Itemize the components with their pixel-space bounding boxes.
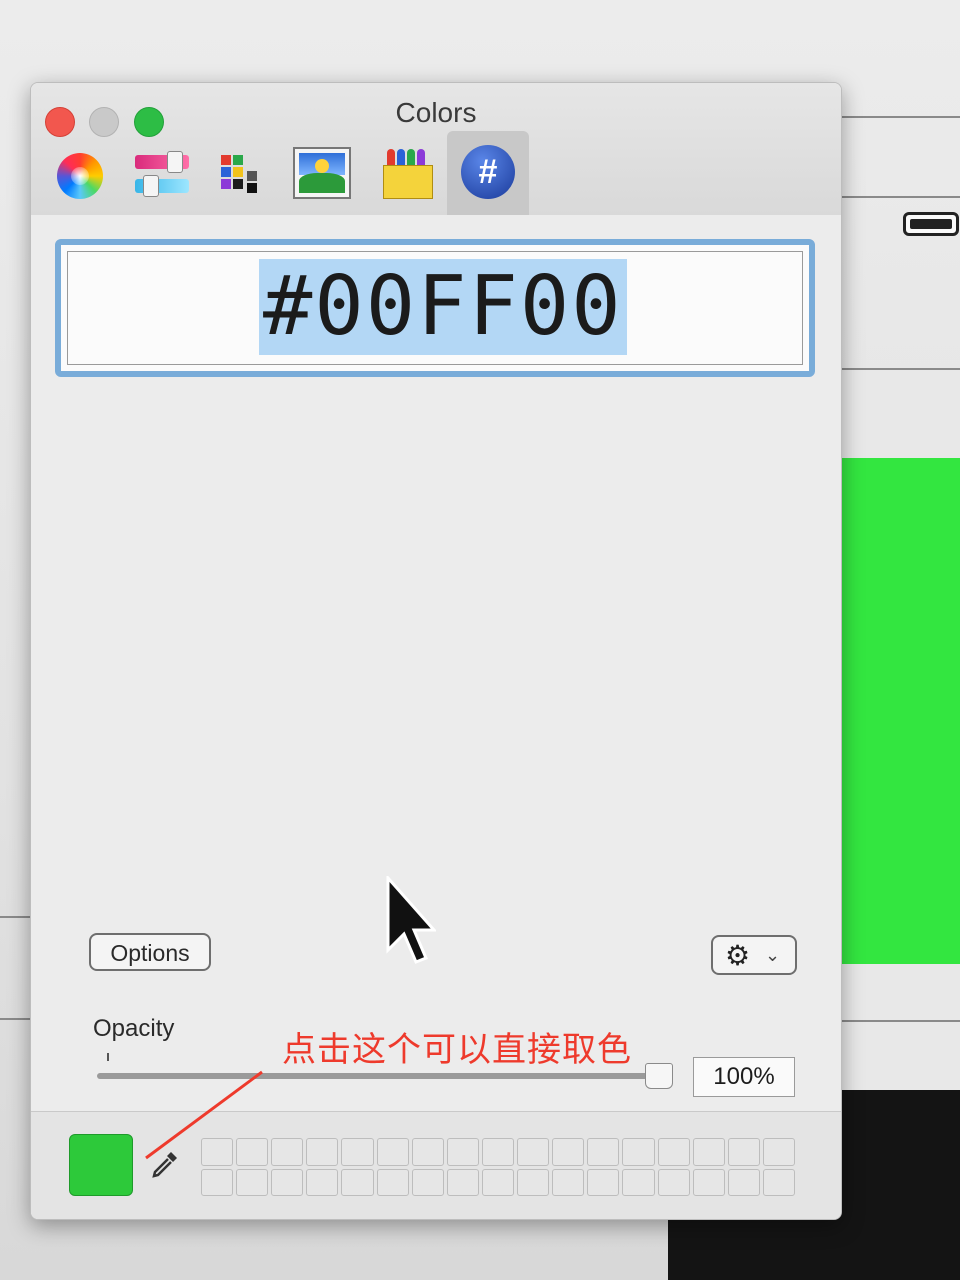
background-divider: [840, 196, 960, 198]
swatch-cell[interactable]: [446, 1168, 479, 1196]
opacity-label: Opacity: [93, 1015, 175, 1042]
swatch-cell[interactable]: [552, 1168, 585, 1196]
swatch-cell[interactable]: [622, 1138, 655, 1166]
swatch-cell[interactable]: [481, 1168, 515, 1196]
swatch-cell[interactable]: [727, 1138, 760, 1166]
swatch-cell[interactable]: [692, 1138, 725, 1166]
chevron-down-icon: ⌄: [765, 945, 781, 965]
swatch-cell[interactable]: [306, 1138, 339, 1166]
swatch-cell[interactable]: [727, 1168, 760, 1196]
mouse-cursor-icon: [386, 876, 436, 964]
swatch-cell[interactable]: [657, 1138, 690, 1166]
swatch-grid: [201, 1138, 795, 1196]
swatch-cell[interactable]: [411, 1168, 444, 1196]
swatch-cell[interactable]: [552, 1138, 585, 1166]
swatch-cell[interactable]: [201, 1138, 234, 1166]
color-wheel-icon[interactable]: [57, 153, 103, 199]
swatch-cell[interactable]: [306, 1168, 339, 1196]
swatch-cell[interactable]: [201, 1168, 234, 1196]
swatch-cell[interactable]: [481, 1138, 515, 1166]
swatch-cell[interactable]: [236, 1138, 269, 1166]
swatch-cell[interactable]: [622, 1168, 655, 1196]
swatch-cell[interactable]: [446, 1138, 479, 1166]
window-title: Colors: [395, 97, 477, 128]
opacity-slider[interactable]: [97, 1073, 661, 1079]
background-divider: [0, 916, 30, 918]
swatch-cell[interactable]: [271, 1138, 304, 1166]
opacity-field[interactable]: 100%: [693, 1057, 795, 1097]
current-color-swatch[interactable]: [69, 1134, 133, 1196]
opacity-slider-knob[interactable]: [645, 1063, 673, 1089]
hex-input[interactable]: #00FF00: [55, 239, 815, 377]
swatch-cell[interactable]: [762, 1138, 795, 1166]
background-divider: [840, 116, 960, 118]
swatch-cell[interactable]: [271, 1168, 304, 1196]
options-button[interactable]: Options: [89, 933, 211, 971]
titlebar: Colors #: [31, 83, 841, 216]
swatch-cell[interactable]: [341, 1138, 374, 1166]
swatch-cell[interactable]: [692, 1168, 725, 1196]
swatch-cell[interactable]: [341, 1168, 374, 1196]
background-divider: [0, 1018, 30, 1020]
hex-value[interactable]: #00FF00: [259, 259, 627, 355]
opacity-tick: [107, 1053, 109, 1061]
hash-icon[interactable]: #: [461, 145, 515, 199]
eyedropper-icon[interactable]: [149, 1148, 181, 1180]
background-green-preview: [832, 458, 960, 964]
swatch-cell[interactable]: [587, 1168, 620, 1196]
gear-menu-button[interactable]: ⚙ ⌄: [711, 935, 797, 975]
gear-icon: ⚙: [725, 940, 751, 971]
swatch-cell[interactable]: [657, 1168, 690, 1196]
crayons-icon[interactable]: [383, 145, 433, 199]
annotation-text: 点击这个可以直接取色: [282, 1030, 632, 1070]
image-icon[interactable]: [293, 147, 351, 199]
sliders-icon[interactable]: [135, 151, 189, 197]
swatch-cell[interactable]: [587, 1138, 620, 1166]
background-divider: [840, 1020, 960, 1022]
swatch-footer: [31, 1111, 841, 1219]
background-toggle: [903, 212, 959, 236]
swatch-cell[interactable]: [236, 1168, 269, 1196]
swatch-cell[interactable]: [376, 1138, 409, 1166]
swatch-cell[interactable]: [376, 1168, 409, 1196]
swatch-cell[interactable]: [411, 1138, 444, 1166]
palettes-icon[interactable]: [217, 151, 267, 199]
swatch-cell[interactable]: [762, 1168, 795, 1196]
swatch-cell[interactable]: [517, 1138, 550, 1166]
swatch-cell[interactable]: [517, 1168, 550, 1196]
